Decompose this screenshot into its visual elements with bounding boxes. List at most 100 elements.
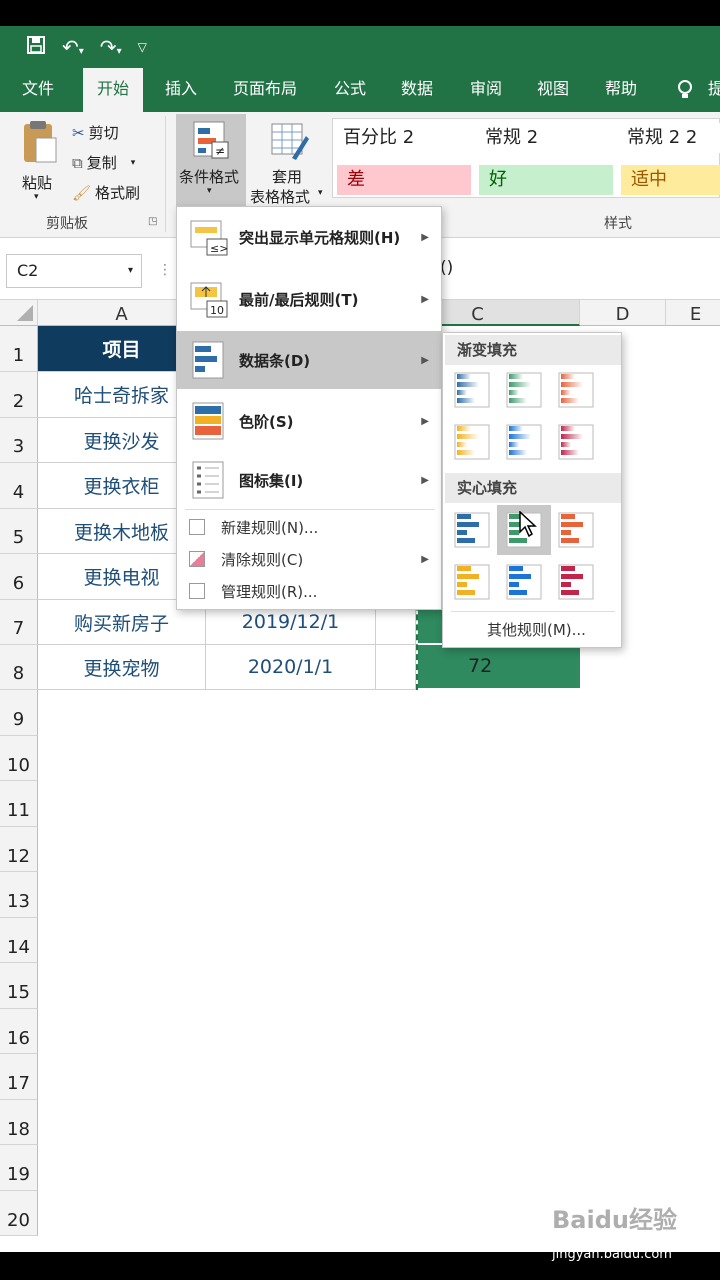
style-normal-2[interactable]: 常规 2 bbox=[475, 123, 613, 153]
gradient-databar-option-0[interactable] bbox=[453, 371, 491, 409]
menu-data-bars[interactable]: 数据条(D) ▶ bbox=[177, 331, 441, 389]
row-header-10[interactable]: 10 bbox=[0, 735, 38, 781]
menu-label: 清除规则(C) bbox=[221, 550, 304, 569]
column-header-d[interactable]: D bbox=[580, 300, 666, 326]
quick-access-toolbar: ↶▾ ↷▾ ▽ bbox=[0, 26, 720, 68]
menu-manage-rules[interactable]: 管理规则(R)... bbox=[177, 575, 441, 607]
redo-icon[interactable]: ↷▾ bbox=[100, 35, 122, 59]
style-percent-2[interactable]: 百分比 2 bbox=[333, 123, 471, 153]
save-icon[interactable] bbox=[26, 35, 46, 60]
tab-insert[interactable]: 插入 bbox=[165, 68, 197, 112]
color-scales-icon bbox=[192, 402, 224, 440]
tab-page-layout[interactable]: 页面布局 bbox=[233, 68, 297, 112]
undo-icon[interactable]: ↶▾ bbox=[62, 35, 84, 59]
select-all-corner[interactable] bbox=[0, 300, 38, 326]
data-bar-submenu: 渐变填充 实心填充 其他规则(M)... bbox=[442, 332, 622, 648]
styles-group-title: 样式 bbox=[604, 216, 632, 232]
row-header-20[interactable]: 20 bbox=[0, 1190, 38, 1236]
row-header-2[interactable]: 2 bbox=[0, 372, 38, 418]
gradient-databar-option-4[interactable] bbox=[505, 423, 543, 461]
tab-review[interactable]: 审阅 bbox=[470, 68, 502, 112]
solid-databar-option-5[interactable] bbox=[557, 563, 595, 601]
menu-label: 管理规则(R)... bbox=[221, 582, 318, 601]
gradient-databar-option-2[interactable] bbox=[557, 371, 595, 409]
manage-rules-icon bbox=[189, 583, 205, 599]
row-header-18[interactable]: 18 bbox=[0, 1099, 38, 1145]
menu-divider bbox=[451, 611, 615, 612]
menu-divider bbox=[185, 509, 435, 510]
menu-top-bottom-rules[interactable]: 10 最前/最后规则(T) ▶ bbox=[177, 269, 441, 329]
row-header-7[interactable]: 7 bbox=[0, 600, 38, 645]
solid-databar-option-0[interactable] bbox=[453, 511, 491, 549]
solid-databar-option-3[interactable] bbox=[453, 563, 491, 601]
style-neutral[interactable]: 适中 bbox=[621, 165, 720, 195]
name-box[interactable]: C2 ▾ bbox=[6, 254, 142, 288]
row-header-3[interactable]: 3 bbox=[0, 418, 38, 463]
menu-label: 色阶(S) bbox=[239, 412, 294, 431]
chevron-down-icon: ▾ bbox=[34, 192, 39, 202]
solid-fill-title: 实心填充 bbox=[445, 473, 621, 503]
row-header-4[interactable]: 4 bbox=[0, 463, 38, 509]
row-header-12[interactable]: 12 bbox=[0, 826, 38, 872]
row-header-15[interactable]: 15 bbox=[0, 963, 38, 1009]
lightbulb-icon[interactable] bbox=[676, 68, 694, 112]
cell-a8[interactable]: 更换宠物 bbox=[38, 645, 206, 690]
row-header-6[interactable]: 6 bbox=[0, 554, 38, 600]
row-header-17[interactable]: 17 bbox=[0, 1054, 38, 1100]
gradient-databar-option-3[interactable] bbox=[453, 423, 491, 461]
chevron-down-icon: ▾ bbox=[127, 265, 133, 276]
tab-help[interactable]: 帮助 bbox=[605, 68, 637, 112]
copy-button[interactable]: ⧉ 复制 ▾ bbox=[72, 152, 135, 173]
group-divider bbox=[165, 116, 166, 232]
format-painter-button[interactable]: 🖌 格式刷 bbox=[72, 182, 140, 203]
highlight-rules-icon: ≤> bbox=[190, 220, 228, 256]
top-bottom-icon: 10 bbox=[190, 282, 228, 318]
solid-databar-option-4[interactable] bbox=[505, 563, 543, 601]
style-bad[interactable]: 差 bbox=[337, 165, 471, 195]
menu-label: 新建规则(N)... bbox=[221, 518, 319, 537]
customize-icon[interactable]: ▽ bbox=[138, 40, 147, 54]
menu-new-rule[interactable]: 新建规则(N)... bbox=[177, 511, 441, 543]
cut-button[interactable]: ✂ 剪切 bbox=[72, 122, 119, 143]
scissors-icon: ✂ bbox=[72, 123, 85, 142]
svg-text:≤>: ≤> bbox=[210, 242, 228, 255]
row-header-9[interactable]: 9 bbox=[0, 690, 38, 736]
tab-view[interactable]: 视图 bbox=[537, 68, 569, 112]
more-rules-item[interactable]: 其他规则(M)... bbox=[487, 619, 586, 640]
chevron-down-icon: ▾ bbox=[207, 186, 212, 196]
cell-b8[interactable]: 2020/1/1 bbox=[206, 645, 376, 690]
row-header-19[interactable]: 19 bbox=[0, 1145, 38, 1191]
menu-highlight-cells-rules[interactable]: ≤> 突出显示单元格规则(H) ▶ bbox=[177, 207, 441, 267]
tab-formulas[interactable]: 公式 bbox=[334, 68, 366, 112]
solid-databar-option-2[interactable] bbox=[557, 511, 595, 549]
column-header-e[interactable]: E bbox=[666, 300, 720, 326]
tab-tell-me[interactable]: 提 bbox=[708, 68, 720, 112]
row-header-5[interactable]: 5 bbox=[0, 509, 38, 554]
row-header-13[interactable]: 13 bbox=[0, 872, 38, 918]
gradient-databar-option-1[interactable] bbox=[505, 371, 543, 409]
row-header-16[interactable]: 16 bbox=[0, 1008, 38, 1054]
gradient-databar-option-5[interactable] bbox=[557, 423, 595, 461]
ribbon-tabs: 文件 开始 插入 页面布局 公式 数据 审阅 视图 帮助 提 bbox=[0, 68, 720, 114]
copy-label: 复制 bbox=[86, 154, 117, 172]
chevron-down-icon: ▾ bbox=[130, 157, 136, 168]
clipboard-icon bbox=[24, 121, 57, 163]
style-good[interactable]: 好 bbox=[479, 165, 613, 195]
row-header-11[interactable]: 11 bbox=[0, 781, 38, 827]
tab-home[interactable]: 开始 bbox=[83, 68, 144, 114]
cell-spacer-8[interactable] bbox=[376, 645, 416, 690]
tab-file[interactable]: 文件 bbox=[22, 68, 54, 112]
cell-c8-databar[interactable]: 72 bbox=[418, 645, 580, 688]
style-normal-2-2[interactable]: 常规 2 2 bbox=[617, 123, 720, 153]
tab-data[interactable]: 数据 bbox=[401, 68, 433, 112]
paste-button[interactable]: 粘贴 ▾ bbox=[18, 120, 62, 204]
conditional-format-button[interactable]: ≠ 条件格式 ▾ bbox=[176, 114, 246, 206]
row-header-14[interactable]: 14 bbox=[0, 917, 38, 963]
dialog-launcher-icon[interactable]: ◳ bbox=[148, 216, 157, 227]
menu-color-scales[interactable]: 色阶(S) ▶ bbox=[177, 391, 441, 451]
format-as-table-button[interactable]: 套用 表格格式 ▾ bbox=[248, 114, 328, 206]
menu-icon-sets[interactable]: 图标集(I) ▶ bbox=[177, 451, 441, 509]
row-header-8[interactable]: 8 bbox=[0, 645, 38, 690]
menu-clear-rules[interactable]: 清除规则(C) ▶ bbox=[177, 543, 441, 575]
row-header-1[interactable]: 1 bbox=[0, 326, 38, 372]
